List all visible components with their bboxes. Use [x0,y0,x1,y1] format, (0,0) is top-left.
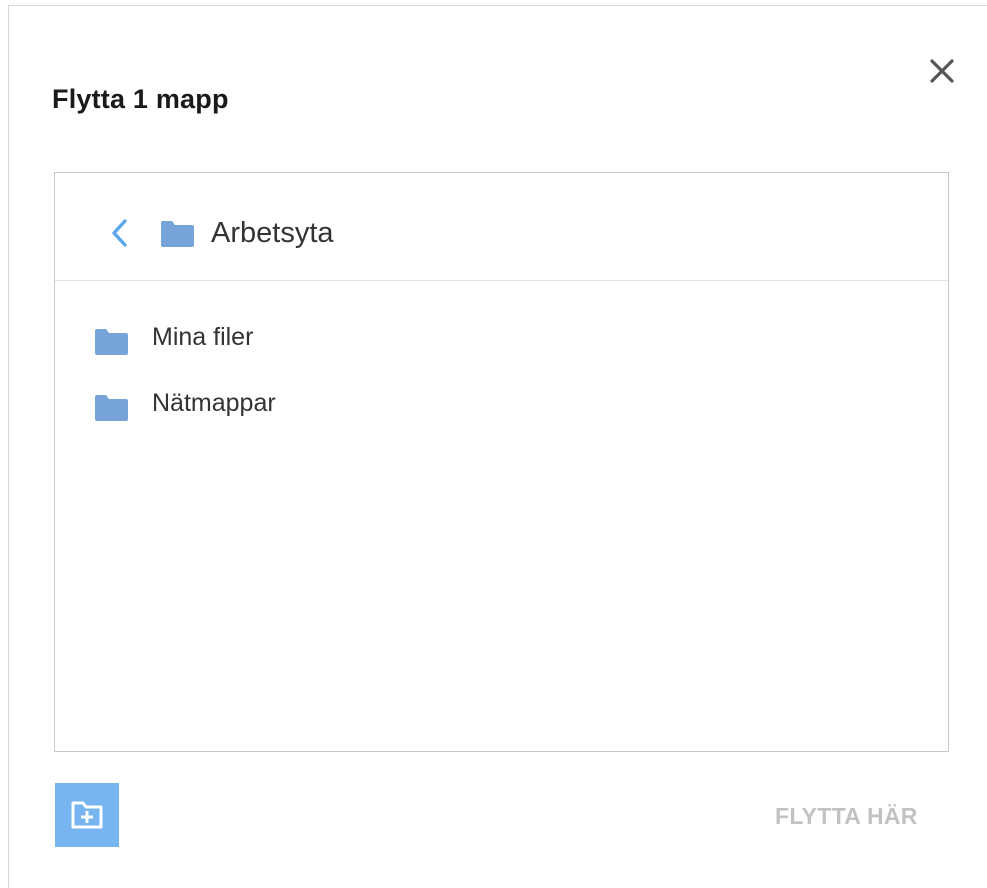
new-folder-button[interactable] [55,783,119,847]
close-button[interactable] [925,54,959,88]
folder-item-natmappar[interactable]: Nätmappar [55,376,948,436]
folder-item-label: Mina filer [152,323,254,351]
current-folder-label: Arbetsyta [211,217,334,249]
folder-icon [95,395,128,421]
close-icon [930,59,954,83]
folder-item-label: Nätmappar [152,389,276,417]
move-dialog: Flytta 1 mapp Arbetsyta Mina filer Nätma… [8,5,987,888]
chevron-left-icon [112,219,127,247]
folder-icon [161,221,194,247]
new-folder-icon [71,801,103,829]
folder-icon [95,329,128,355]
move-here-button[interactable]: FLYTTA HÄR [775,803,918,830]
dialog-title: Flytta 1 mapp [52,84,229,114]
folder-browser: Arbetsyta Mina filer Nätmappar [54,172,949,752]
folder-item-mina-filer[interactable]: Mina filer [55,310,948,370]
back-button[interactable] [109,218,131,248]
folder-browser-header: Arbetsyta [55,173,948,281]
